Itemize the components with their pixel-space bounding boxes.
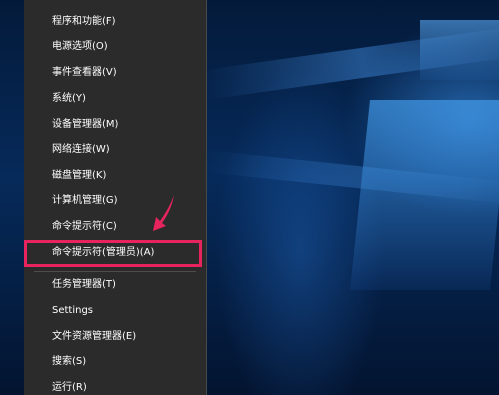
menu-item-disk-management[interactable]: 磁盘管理(K): [24, 164, 206, 188]
menu-item-power-options[interactable]: 电源选项(O): [24, 35, 206, 59]
menu-item-programs-and-features[interactable]: 程序和功能(F): [24, 10, 206, 34]
menu-item-task-manager[interactable]: 任务管理器(T): [24, 273, 206, 297]
desktop-background: 程序和功能(F) 电源选项(O) 事件查看器(V) 系统(Y) 设备管理器(M)…: [0, 0, 499, 395]
menu-item-settings[interactable]: Settings: [24, 299, 206, 323]
menu-item-event-viewer[interactable]: 事件查看器(V): [24, 61, 206, 85]
wallpaper-light-pane: [350, 100, 499, 290]
highlight-box: [24, 240, 202, 267]
menu-item-network-connections[interactable]: 网络连接(W): [24, 138, 206, 162]
menu-item-search[interactable]: 搜索(S): [24, 350, 206, 374]
menu-item-system[interactable]: 系统(Y): [24, 87, 206, 111]
menu-item-run[interactable]: 运行(R): [24, 376, 206, 395]
menu-item-device-manager[interactable]: 设备管理器(M): [24, 113, 206, 137]
menu-separator: [34, 271, 196, 272]
wallpaper-light-pane: [420, 20, 499, 80]
pointer-arrow-icon: [153, 195, 174, 231]
menu-item-file-explorer[interactable]: 文件资源管理器(E): [24, 325, 206, 349]
